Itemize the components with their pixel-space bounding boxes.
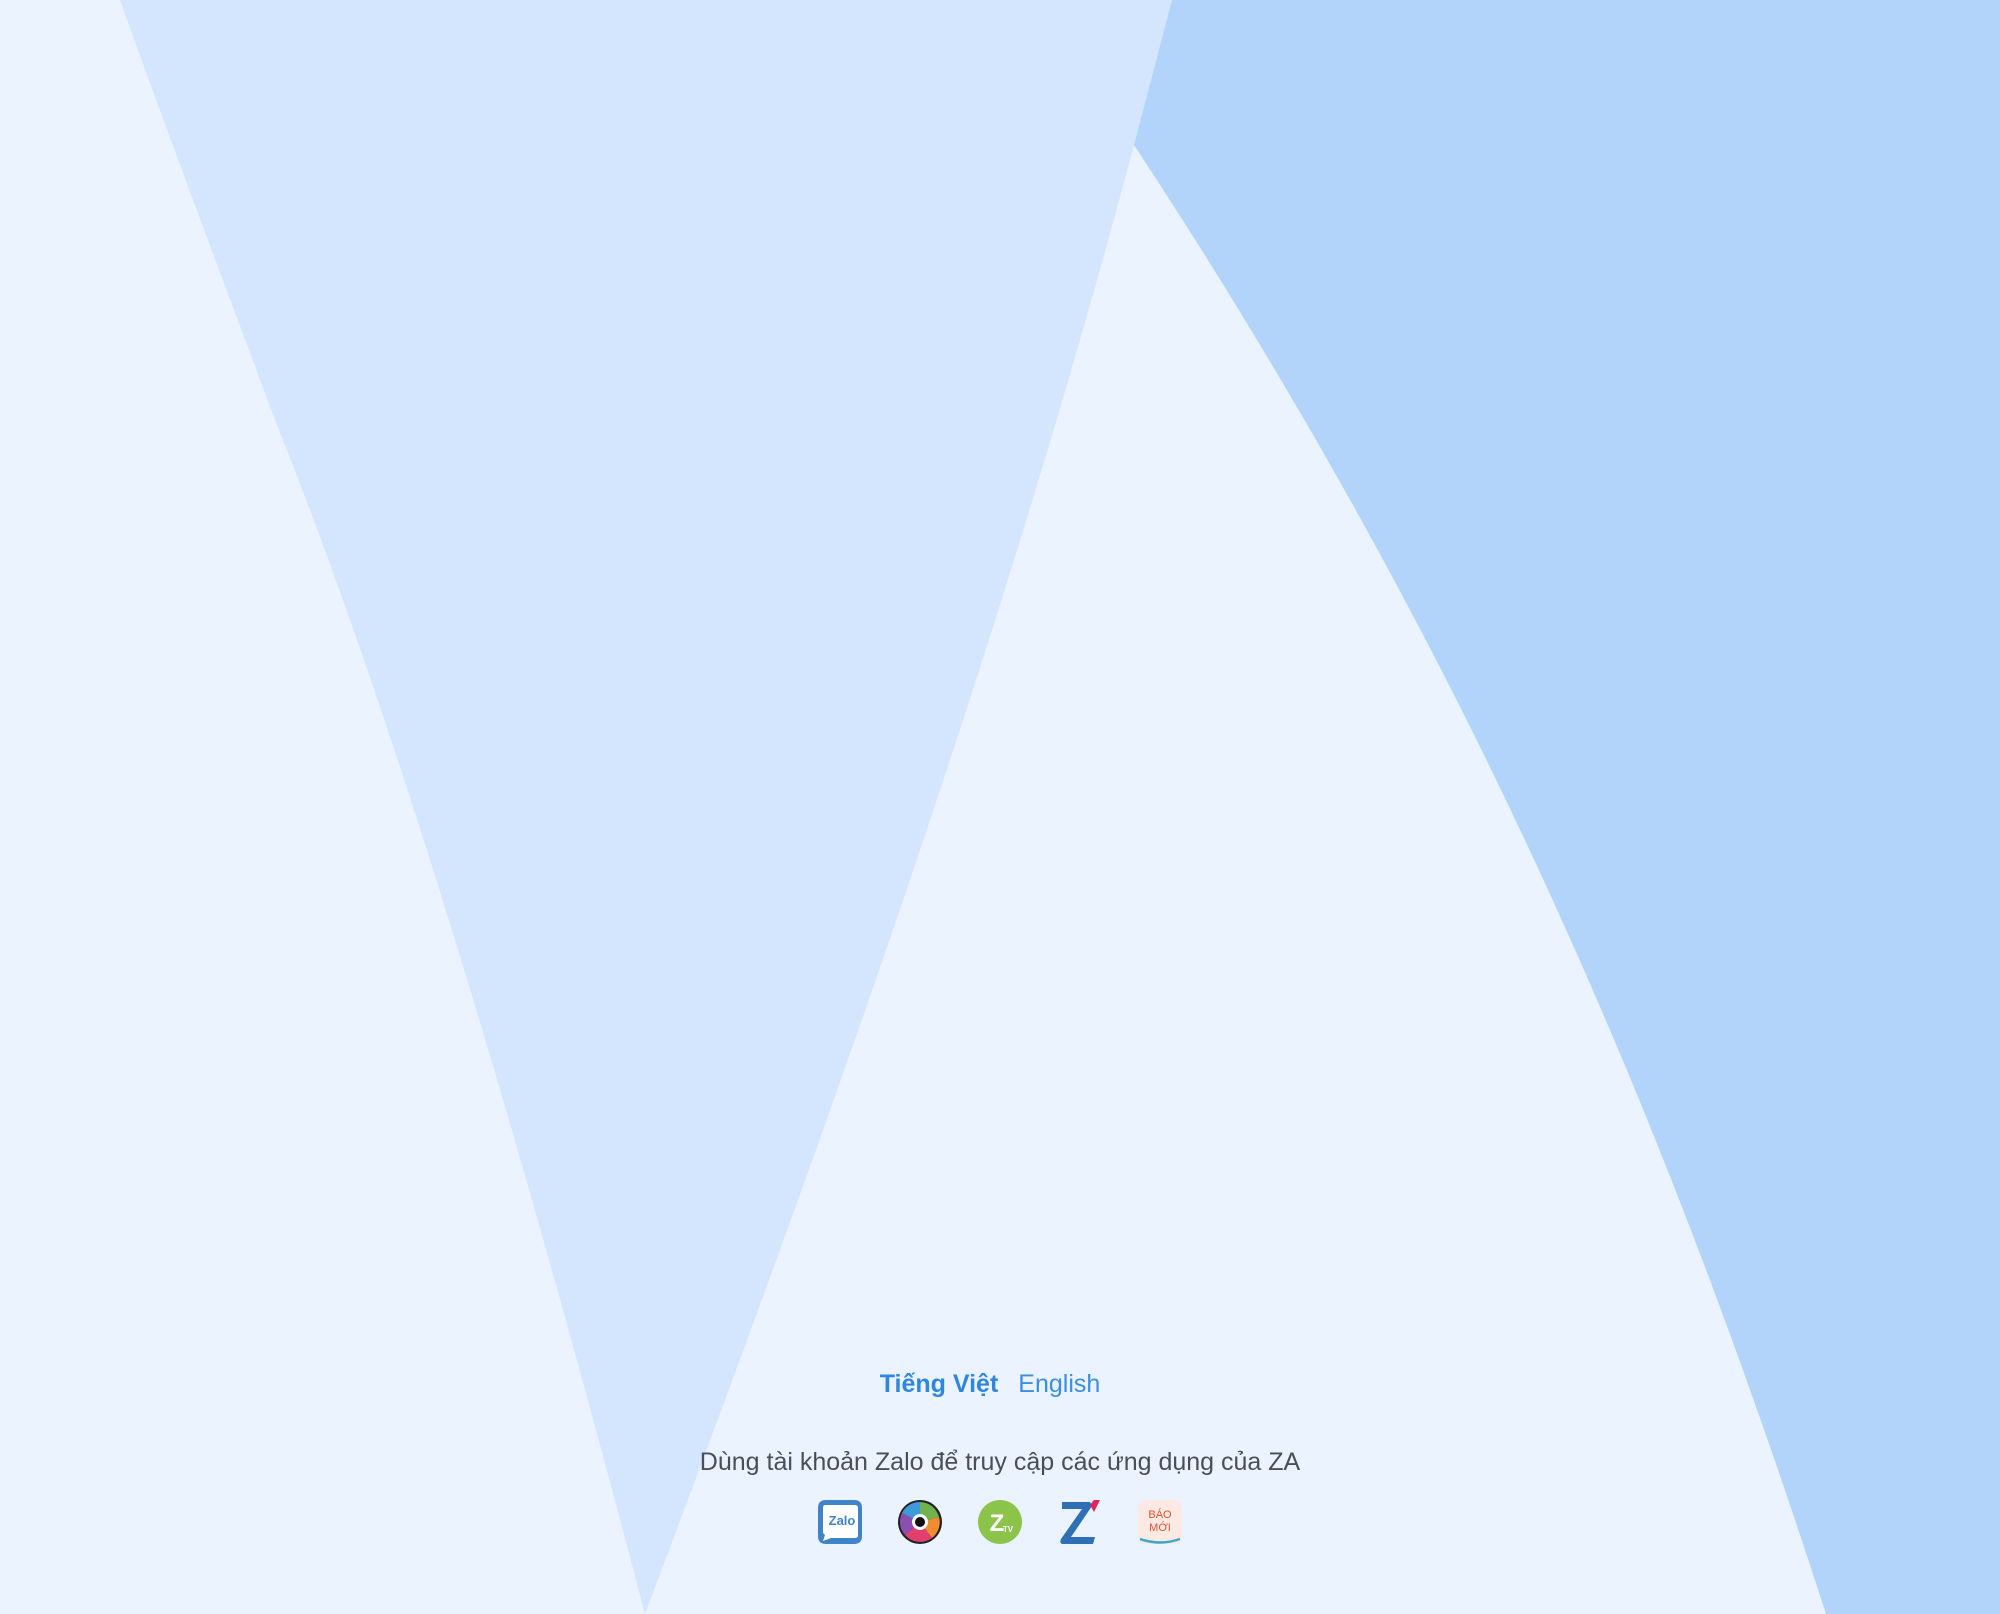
zing-app-icon[interactable] (1057, 1499, 1103, 1545)
zalo-app-icon[interactable]: Zalo (817, 1499, 863, 1545)
zing-tv-icon-subtext: TV (1003, 1525, 1014, 1534)
bao-moi-line-1: BÁO (1148, 1508, 1172, 1521)
language-switcher: Tiếng Việt English (0, 1364, 1990, 1404)
zalo-icon-text: Zalo (829, 1513, 856, 1528)
za-apps-list: Zalo Z TV BÁO MỚI (0, 1499, 2000, 1545)
bao-moi-app-icon[interactable]: BÁO MỚI (1137, 1499, 1183, 1545)
zing-tv-app-icon[interactable]: Z TV (977, 1499, 1023, 1545)
language-vietnamese-link[interactable]: Tiếng Việt (880, 1370, 999, 1399)
login-footer: Tiếng Việt English Dùng tài khoản Zalo đ… (0, 1364, 2000, 1545)
za-apps-tagline: Dùng tài khoản Zalo để truy cập các ứng … (699, 1448, 1301, 1476)
bao-moi-line-2: MỚI (1149, 1521, 1171, 1534)
camera-app-icon[interactable] (897, 1499, 943, 1545)
language-english-link[interactable]: English (1018, 1370, 1100, 1399)
